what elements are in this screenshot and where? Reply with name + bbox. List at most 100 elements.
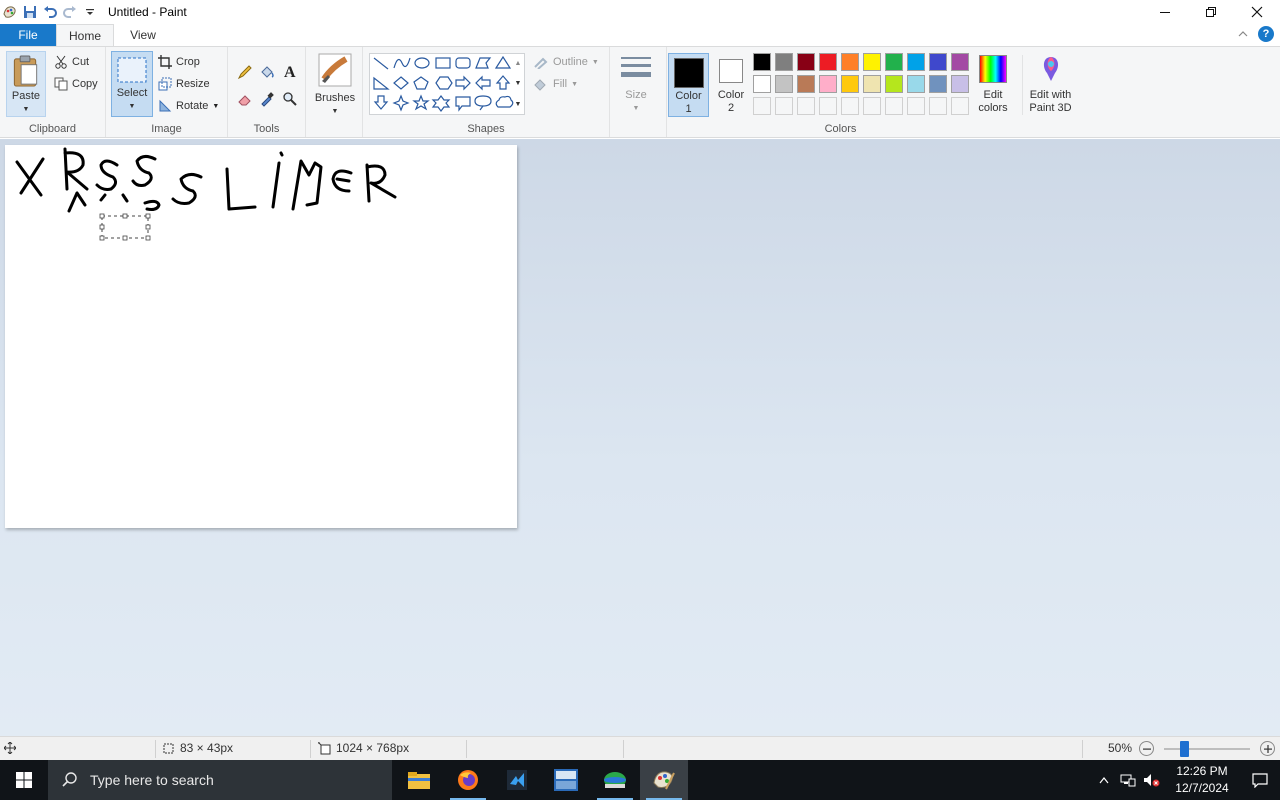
shapes-scroll[interactable]: ▲ ▼ ▼ bbox=[511, 53, 525, 115]
taskbar-search-box[interactable]: Type here to search bbox=[48, 760, 392, 800]
search-icon bbox=[62, 772, 77, 787]
polygon-shape-icon[interactable] bbox=[475, 57, 492, 69]
shapes-scroll-down-icon[interactable]: ▼ bbox=[515, 80, 522, 87]
four-point-star-shape-icon[interactable] bbox=[392, 94, 410, 112]
selection-handle[interactable] bbox=[145, 235, 151, 241]
redo-icon[interactable] bbox=[60, 1, 80, 23]
shapes-scroll-up-icon[interactable]: ▲ bbox=[515, 60, 522, 67]
save-icon[interactable] bbox=[20, 1, 40, 23]
selection-rectangle[interactable] bbox=[99, 213, 151, 241]
taskbar-paint[interactable] bbox=[640, 760, 688, 800]
copy-button[interactable]: Copy bbox=[54, 77, 98, 91]
oval-shape-icon[interactable] bbox=[414, 57, 430, 69]
rotate-button[interactable]: Rotate ▼ bbox=[158, 99, 219, 113]
folder-icon bbox=[408, 772, 430, 789]
edit-with-paint3d-button[interactable]: Edit with Paint 3D bbox=[1022, 55, 1078, 115]
left-arrow-shape-icon[interactable] bbox=[475, 75, 491, 91]
paint-app-icon[interactable] bbox=[0, 1, 20, 23]
size-button[interactable]: Size ▼ bbox=[614, 53, 658, 115]
paste-button[interactable]: Paste ▼ bbox=[6, 51, 46, 117]
selection-handle[interactable] bbox=[145, 213, 151, 219]
zoom-slider[interactable] bbox=[1164, 741, 1250, 757]
fill-button[interactable]: Fill ▼ bbox=[533, 77, 578, 91]
magnifier-icon[interactable] bbox=[281, 90, 299, 108]
diamond-shape-icon[interactable] bbox=[393, 76, 409, 90]
six-point-star-shape-icon[interactable] bbox=[431, 95, 451, 112]
start-button[interactable] bbox=[0, 760, 48, 800]
outline-button[interactable]: Outline ▼ bbox=[533, 55, 599, 69]
brushes-button[interactable]: Brushes ▼ bbox=[312, 53, 358, 118]
tab-home[interactable]: Home bbox=[56, 24, 114, 46]
clock-date: 12/7/2024 bbox=[1175, 781, 1229, 795]
taskbar-file-explorer[interactable] bbox=[395, 760, 443, 800]
selection-handle[interactable] bbox=[99, 213, 105, 219]
selection-handle[interactable] bbox=[145, 224, 151, 230]
taskbar: Type here to search 12:26 PM 12/7/2024 bbox=[0, 760, 1280, 800]
stroke-dash2 bbox=[121, 193, 129, 203]
selection-handle[interactable] bbox=[99, 224, 105, 230]
resize-button[interactable]: Resize bbox=[158, 77, 210, 91]
selection-handle[interactable] bbox=[99, 235, 105, 241]
stroke-e bbox=[331, 169, 353, 193]
taskbar-app-4[interactable] bbox=[542, 760, 590, 800]
eraser-icon[interactable] bbox=[236, 90, 254, 108]
zoom-level: 50% bbox=[1108, 741, 1133, 755]
zoom-out-button[interactable] bbox=[1139, 741, 1154, 756]
right-arrow-shape-icon[interactable] bbox=[455, 75, 471, 91]
cut-button[interactable]: Cut bbox=[54, 55, 89, 69]
shapes-expand-icon[interactable]: ▼ bbox=[515, 101, 522, 108]
zoom-slider-thumb[interactable] bbox=[1180, 741, 1189, 757]
undo-icon[interactable] bbox=[40, 1, 60, 23]
rectangle-shape-icon[interactable] bbox=[435, 57, 451, 69]
rect-callout-shape-icon[interactable] bbox=[455, 96, 471, 112]
oval-callout-shape-icon[interactable] bbox=[474, 95, 492, 111]
outline-icon bbox=[534, 57, 548, 69]
crop-button[interactable]: Crop bbox=[158, 55, 200, 69]
selection-handle[interactable] bbox=[122, 213, 128, 219]
stroke-small-s bbox=[143, 199, 161, 211]
rounded-rectangle-shape-icon[interactable] bbox=[455, 57, 471, 69]
paint3d-line1: Edit with bbox=[1029, 89, 1072, 101]
zoom-in-button[interactable] bbox=[1260, 741, 1275, 756]
cursor-position-icon bbox=[3, 741, 17, 757]
paint-palette-icon bbox=[653, 771, 675, 790]
text-icon[interactable]: A bbox=[281, 62, 299, 80]
select-button[interactable]: Select ▼ bbox=[111, 51, 153, 117]
paste-icon bbox=[13, 55, 38, 87]
show-hidden-icons-icon[interactable] bbox=[1092, 776, 1116, 784]
collapse-ribbon-icon[interactable] bbox=[1238, 27, 1248, 41]
customize-quick-access-icon[interactable] bbox=[80, 1, 100, 23]
pentagon-shape-icon[interactable] bbox=[413, 76, 429, 90]
pencil-icon[interactable] bbox=[236, 63, 254, 81]
color-picker-icon[interactable] bbox=[258, 90, 276, 108]
system-tray: 12:26 PM 12/7/2024 bbox=[1092, 760, 1280, 800]
down-arrow-shape-icon[interactable] bbox=[373, 95, 389, 110]
canvas-workspace[interactable] bbox=[0, 139, 1280, 736]
drawing-canvas[interactable] bbox=[5, 145, 517, 528]
fill-bucket-icon[interactable] bbox=[258, 63, 276, 81]
network-icon[interactable] bbox=[1116, 773, 1140, 787]
five-point-star-shape-icon[interactable] bbox=[412, 94, 430, 111]
line-shape-icon[interactable] bbox=[373, 57, 389, 70]
taskbar-firefox[interactable] bbox=[444, 760, 492, 800]
notifications-icon[interactable] bbox=[1240, 772, 1280, 788]
curve-shape-icon[interactable] bbox=[393, 57, 411, 69]
selection-handle[interactable] bbox=[122, 235, 128, 241]
edit-colors-button[interactable]: Edit colors bbox=[974, 55, 1012, 115]
taskbar-vscode[interactable] bbox=[493, 760, 541, 800]
cut-label: Cut bbox=[72, 56, 90, 68]
minimize-button[interactable] bbox=[1142, 0, 1188, 24]
triangle-shape-icon[interactable] bbox=[494, 55, 512, 69]
restore-button[interactable] bbox=[1188, 0, 1234, 24]
clock[interactable]: 12:26 PM 12/7/2024 bbox=[1164, 763, 1240, 797]
hexagon-shape-icon[interactable] bbox=[435, 76, 453, 90]
clock-time: 12:26 PM bbox=[1176, 764, 1228, 778]
right-triangle-shape-icon[interactable] bbox=[373, 76, 390, 90]
close-button[interactable] bbox=[1234, 0, 1280, 24]
tab-file[interactable]: File bbox=[0, 24, 56, 46]
volume-muted-icon[interactable] bbox=[1140, 773, 1164, 787]
up-arrow-shape-icon[interactable] bbox=[495, 75, 511, 90]
taskbar-app-5[interactable] bbox=[591, 760, 639, 800]
tab-view[interactable]: View bbox=[114, 24, 172, 46]
help-icon[interactable]: ? bbox=[1258, 26, 1274, 42]
